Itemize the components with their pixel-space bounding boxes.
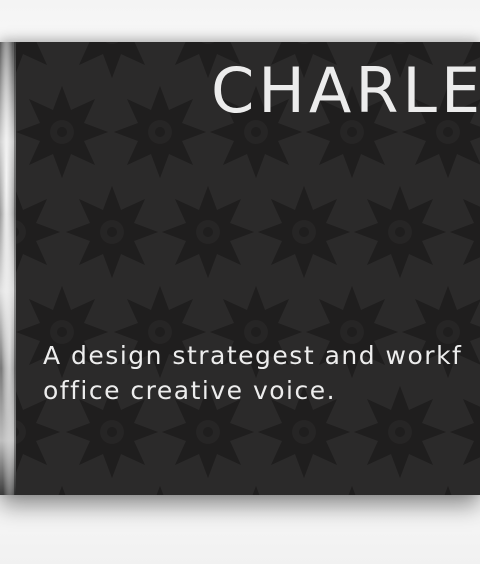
starburst-icon xyxy=(354,186,446,278)
starburst-icon xyxy=(66,42,158,78)
starburst-icon xyxy=(450,186,480,278)
starburst-icon xyxy=(258,186,350,278)
portrait-photo xyxy=(0,42,16,495)
starburst-icon xyxy=(16,186,60,278)
starburst-icon xyxy=(16,86,108,178)
hero-tagline: A design strategest and workf office cre… xyxy=(43,338,480,408)
starburst-icon xyxy=(210,486,302,495)
starburst-icon xyxy=(114,486,206,495)
tagline-line-2: office creative voice. xyxy=(43,376,337,405)
starburst-icon xyxy=(306,486,398,495)
starburst-icon xyxy=(16,42,60,78)
page-title: CHARLE xyxy=(211,54,480,127)
starburst-icon xyxy=(66,186,158,278)
tagline-line-1: A design strategest and workf xyxy=(43,341,463,370)
starburst-icon xyxy=(114,86,206,178)
hero-panel: CHARLE A design strategest and workf off… xyxy=(16,42,480,495)
page-stage: CHARLE A design strategest and workf off… xyxy=(0,0,480,564)
starburst-icon xyxy=(16,486,108,495)
starburst-icon xyxy=(162,186,254,278)
hero-card: CHARLE A design strategest and workf off… xyxy=(0,42,480,495)
starburst-icon xyxy=(402,486,480,495)
